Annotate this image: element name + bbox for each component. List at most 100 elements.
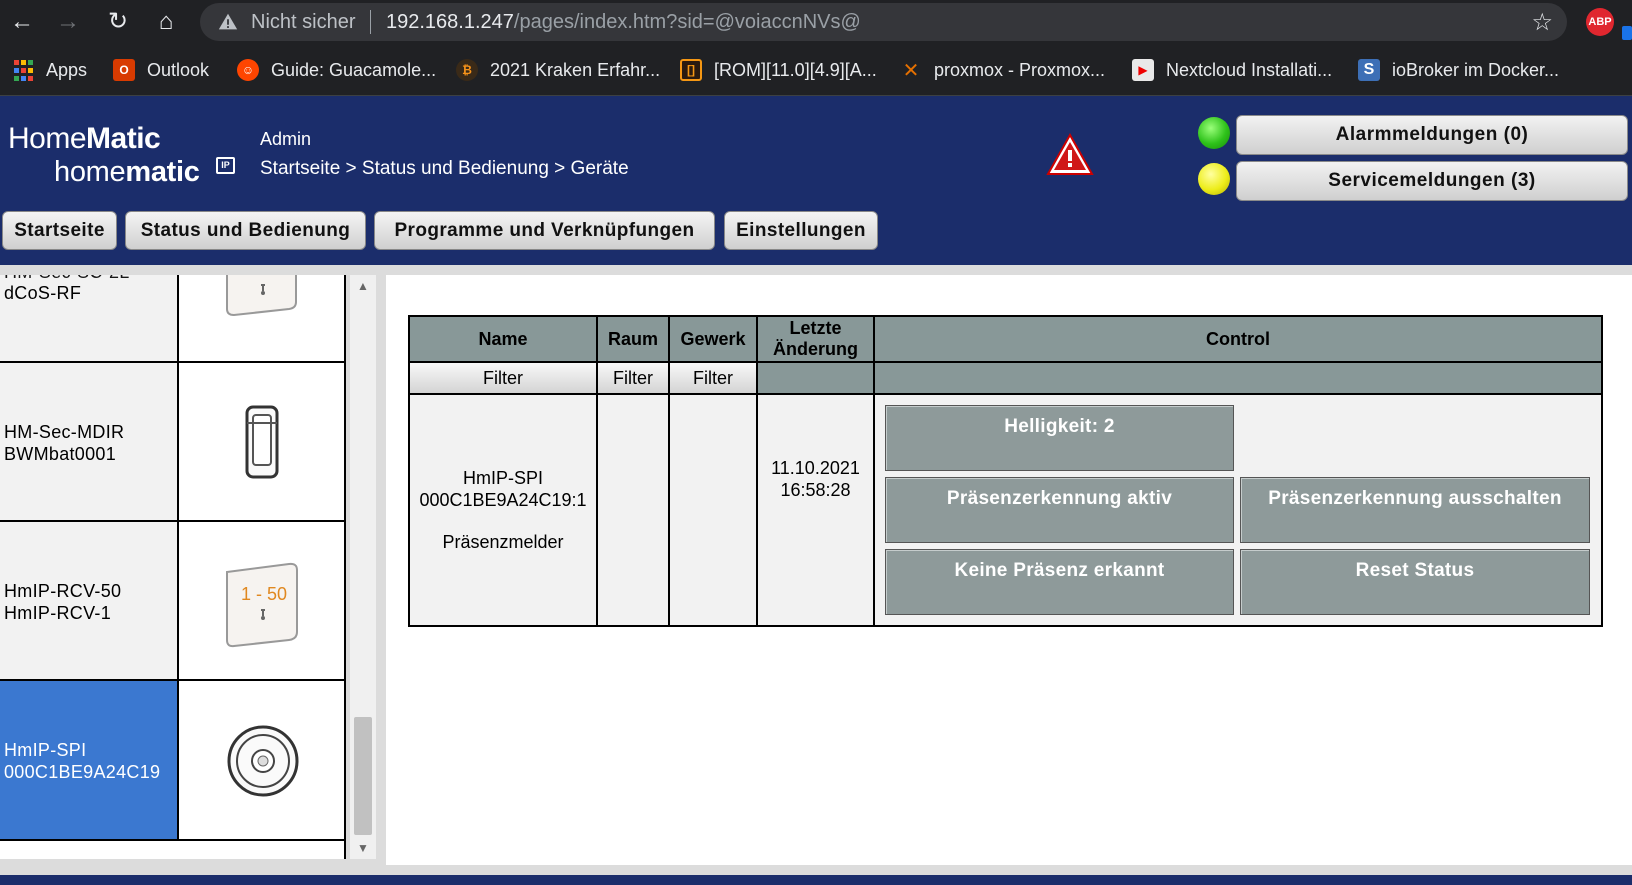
no-presence-status: Keine Präsenz erkannt: [885, 549, 1234, 615]
browser-toolbar: ← → ↻ ⌂ Nicht sicher 192.168.1.247/pages…: [0, 0, 1632, 43]
bookmark-kraken[interactable]: ₿ 2021 Kraken Erfahr...: [456, 57, 660, 83]
header-text: Änderung: [773, 339, 858, 359]
bitcoin-icon: ₿: [456, 59, 478, 81]
extension-edge-icon[interactable]: [1622, 26, 1632, 40]
scroll-down-arrow-icon[interactable]: ▼: [350, 837, 376, 859]
outlook-icon: O: [113, 59, 135, 81]
warning-icon: [218, 13, 238, 30]
filter-trade-button[interactable]: Filter: [668, 361, 758, 395]
bookmark-outlook[interactable]: O Outlook: [113, 57, 209, 83]
bookmark-label: Guide: Guacamole...: [271, 59, 437, 80]
bookmark-apps[interactable]: Apps: [12, 57, 87, 83]
address-bar[interactable]: Nicht sicher 192.168.1.247/pages/index.h…: [200, 3, 1567, 41]
device-serial: 000C1BE9A24C19:1: [419, 490, 587, 510]
column-header-name[interactable]: Name: [408, 315, 598, 363]
logo-text-bold: matic: [125, 156, 200, 188]
service-status-led: [1198, 163, 1230, 195]
apps-grid-icon: [12, 59, 34, 81]
ip-badge: IP: [216, 157, 235, 174]
presence-off-button[interactable]: Präsenzerkennung ausschalten: [1240, 477, 1590, 543]
list-item[interactable]: HM-Sec-MDIR BWMbat0001: [0, 363, 344, 522]
bookmark-label: 2021 Kraken Erfahr...: [490, 59, 661, 80]
omnibox-divider: [370, 10, 371, 34]
device-type: HmIP-SPI: [462, 468, 543, 488]
homematic-header: HomeMatic homematic IP Admin Startseite …: [0, 97, 1632, 265]
filter-name-button[interactable]: Filter: [408, 361, 598, 395]
room-cell: [596, 393, 670, 627]
bookmark-label: [ROM][11.0][4.9][A...: [714, 59, 877, 80]
logo-text: Home: [8, 122, 87, 155]
bookmark-label: ioBroker im Docker...: [1392, 59, 1560, 80]
logo-text-bold: Matic: [86, 122, 161, 155]
bookmark-proxmox[interactable]: ✕ proxmox - Proxmox...: [900, 57, 1105, 83]
device-name: HmIP-SPI 000C1BE9A24C19: [4, 740, 161, 782]
bookmark-star-icon[interactable]: ☆: [1531, 8, 1553, 37]
bookmark-label: Outlook: [147, 59, 210, 80]
bookmark-iobroker[interactable]: S ioBroker im Docker...: [1358, 57, 1559, 83]
service-messages-button[interactable]: Servicemeldungen (3): [1236, 161, 1628, 201]
device-image: 1 - 50: [177, 522, 344, 679]
homematic-logo-line1: HomeMatic: [8, 122, 161, 156]
reload-icon[interactable]: ↻: [102, 6, 134, 38]
menu-status-button[interactable]: Status und Bedienung: [125, 211, 366, 250]
footer-bar: [0, 875, 1632, 885]
control-cell: Helligkeit: 2 Präsenzerkennung aktiv Prä…: [873, 393, 1603, 627]
home-icon[interactable]: ⌂: [150, 6, 182, 38]
table-row: HmIP-SPI 000C1BE9A24C19:1 Präsenzmelder …: [408, 393, 1603, 627]
adblock-plus-icon[interactable]: ABP: [1586, 8, 1614, 36]
column-header-last-change[interactable]: Letzte Änderung: [756, 315, 875, 363]
url-path: /pages/index.htm?sid=@voiaccnNVs@: [513, 11, 861, 33]
url-host: 192.168.1.247: [386, 11, 514, 33]
column-header-trade[interactable]: Gewerk: [668, 315, 758, 363]
device-name-cell[interactable]: HmIP-SPI 000C1BE9A24C19:1 Präsenzmelder: [408, 393, 598, 627]
menu-programs-button[interactable]: Programme und Verknüpfungen: [374, 211, 715, 250]
device-channel-name: Präsenzmelder: [442, 532, 564, 552]
list-item-selected[interactable]: HmIP-SPI 000C1BE9A24C19: [0, 681, 344, 841]
not-secure-label: Nicht sicher: [251, 11, 356, 33]
presence-active-status: Präsenzerkennung aktiv: [885, 477, 1234, 543]
bookmark-label: Apps: [46, 59, 88, 80]
device-name: HM-Sec-MDIR BWMbat0001: [4, 422, 125, 464]
scroll-up-arrow-icon[interactable]: ▲: [350, 275, 376, 297]
s-icon: S: [1358, 59, 1380, 81]
filter-room-button[interactable]: Filter: [596, 361, 670, 395]
forward-arrow-icon[interactable]: →: [52, 6, 84, 38]
device-list-scrollbar[interactable]: ▲ ▼: [350, 275, 376, 859]
last-change-time: 16:58:28: [780, 480, 851, 500]
list-item[interactable]: HmIP-RCV-50 HmIP-RCV-1 1 - 50: [0, 522, 344, 681]
bookmark-guacamole[interactable]: ☺ Guide: Guacamole...: [237, 57, 436, 83]
device-detail-panel: Name Raum Gewerk Letzte Änderung Control …: [386, 275, 1632, 865]
logo-text: home: [54, 156, 126, 188]
device-image: [177, 681, 344, 839]
bookmark-label: proxmox - Proxmox...: [934, 59, 1106, 80]
column-header-room[interactable]: Raum: [596, 315, 670, 363]
list-item[interactable]: HM-Sec-SC-2L dCoS-RF: [0, 275, 344, 363]
alert-triangle-icon[interactable]: [1046, 133, 1094, 177]
bookmark-xda[interactable]: [] [ROM][11.0][4.9][A...: [680, 57, 877, 83]
scrollbar-thumb[interactable]: [354, 717, 372, 835]
menu-startseite-button[interactable]: Startseite: [2, 211, 117, 250]
column-header-control: Control: [873, 315, 1603, 363]
brightness-display: Helligkeit: 2: [885, 405, 1234, 471]
device-table: Name Raum Gewerk Letzte Änderung Control …: [408, 315, 1603, 627]
bookmark-nextcloud[interactable]: ▶ Nextcloud Installati...: [1132, 57, 1332, 83]
filter-empty-cell: [756, 361, 875, 395]
reddit-icon: ☺: [237, 59, 259, 81]
motion-detector-image-icon: [245, 405, 279, 479]
youtube-icon: ▶: [1132, 59, 1154, 81]
menu-settings-button[interactable]: Einstellungen: [724, 211, 878, 250]
filter-empty-cell: [873, 361, 1603, 395]
url-text[interactable]: 192.168.1.247/pages/index.htm?sid=@voiac…: [386, 11, 861, 34]
breadcrumb: Startseite > Status und Bedienung > Gerä…: [260, 158, 629, 179]
device-name: dCoS-RF: [4, 283, 82, 303]
device-list: HM-Sec-SC-2L dCoS-RF HM-Sec-MDIR BWMbat0…: [0, 275, 346, 859]
reset-status-button[interactable]: Reset Status: [1240, 549, 1590, 615]
bookmarks-bar: Apps O Outlook ☺ Guide: Guacamole... ₿ 2…: [0, 43, 1632, 96]
bookmark-label: Nextcloud Installati...: [1166, 59, 1333, 80]
back-arrow-icon[interactable]: ←: [6, 6, 38, 38]
alarm-messages-button[interactable]: Alarmmeldungen (0): [1236, 115, 1628, 155]
thermostat-image-icon: 1 - 50: [226, 562, 298, 648]
homematic-logo-line2: homematic: [54, 156, 200, 189]
alarm-status-led: [1198, 117, 1230, 149]
